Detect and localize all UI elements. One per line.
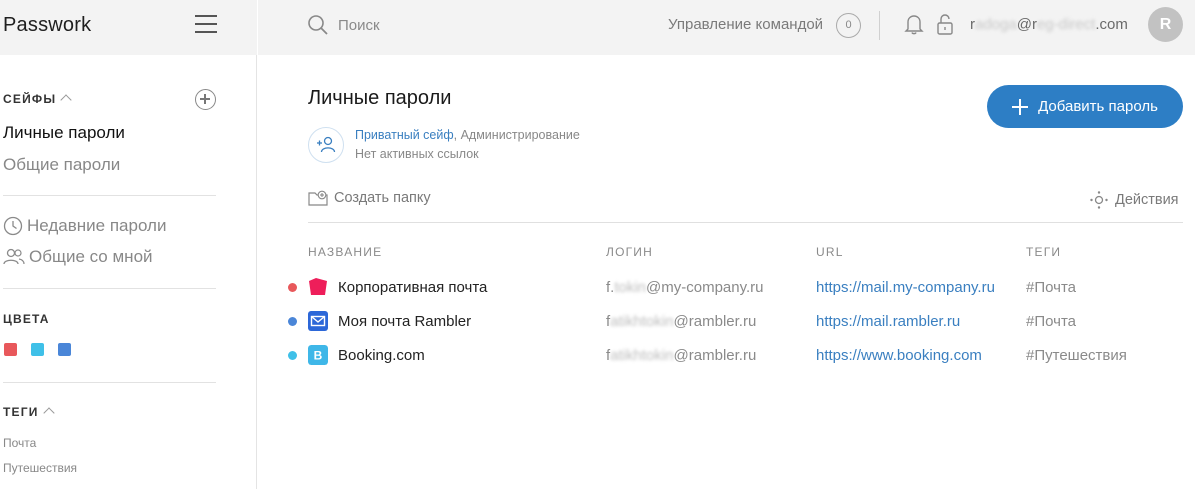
add-password-button[interactable]: Добавить пароль bbox=[987, 85, 1183, 128]
divider bbox=[3, 288, 216, 289]
vault-type-link[interactable]: Приватный сейф bbox=[355, 128, 454, 142]
sidebar-item-recent-label: Недавние пароли bbox=[27, 216, 167, 235]
tags-title-label: ТЕГИ bbox=[3, 405, 39, 419]
color-filter-red[interactable] bbox=[4, 343, 17, 356]
vault-role: , Администрирование bbox=[453, 128, 580, 142]
menu-icon[interactable] bbox=[195, 15, 217, 35]
entry-login[interactable]: fatikhtokin@rambler.ru bbox=[606, 313, 756, 330]
entry-name[interactable]: Моя почта Rambler bbox=[338, 313, 471, 330]
tags-section-title[interactable]: ТЕГИ bbox=[3, 405, 55, 419]
color-filter-blue[interactable] bbox=[58, 343, 71, 356]
add-user-icon bbox=[317, 136, 336, 153]
divider bbox=[3, 195, 216, 196]
team-management-link[interactable]: Управление командой bbox=[668, 16, 823, 33]
entry-url-link[interactable]: https://mail.rambler.ru bbox=[816, 313, 1012, 330]
divider bbox=[308, 222, 1183, 223]
booking-icon-letter: B bbox=[314, 349, 323, 363]
entry-tag[interactable]: #Почта bbox=[1026, 279, 1076, 296]
actions-button[interactable]: Действия bbox=[1089, 190, 1179, 210]
color-filter-cyan[interactable] bbox=[31, 343, 44, 356]
vault-info: Приватный сейф, Администрирование bbox=[355, 128, 580, 142]
avatar[interactable]: R bbox=[1148, 7, 1183, 42]
chevron-up-icon[interactable] bbox=[42, 407, 55, 419]
login-part: @rambler.ru bbox=[673, 313, 757, 330]
users-icon bbox=[3, 248, 25, 265]
clock-icon bbox=[3, 216, 23, 236]
user-email[interactable]: radoga@reg-direct.com bbox=[970, 16, 1128, 33]
folder-add-icon bbox=[308, 190, 328, 206]
email-part: .com bbox=[1095, 16, 1128, 33]
entry-login[interactable]: f.tokin@my-company.ru bbox=[606, 279, 764, 296]
login-redacted: tokin bbox=[614, 279, 647, 296]
table-row[interactable]: B Booking.com fatikhtokin@rambler.ru htt… bbox=[280, 341, 1190, 371]
entry-url-link[interactable]: https://www.booking.com bbox=[816, 347, 1012, 364]
email-redacted: eg-direct bbox=[1036, 16, 1096, 33]
entry-tag[interactable]: #Путешествия bbox=[1026, 347, 1127, 364]
red-folder-icon bbox=[309, 278, 327, 295]
sidebar-item-shared-with-me[interactable]: Общие со мной bbox=[3, 247, 153, 267]
login-redacted: atikhtokin bbox=[610, 313, 674, 330]
divider bbox=[879, 11, 880, 40]
actions-label: Действия bbox=[1115, 192, 1179, 208]
create-folder-label: Создать папку bbox=[334, 190, 431, 206]
vaults-title-label: СЕЙФЫ bbox=[3, 92, 57, 106]
column-header-tags[interactable]: ТЕГИ bbox=[1026, 245, 1061, 259]
share-vault-button[interactable] bbox=[308, 127, 344, 163]
column-header-login[interactable]: ЛОГИН bbox=[606, 245, 653, 259]
search-input[interactable] bbox=[338, 14, 598, 36]
colors-section-title: ЦВЕТА bbox=[3, 312, 50, 326]
table-row[interactable]: Корпоративная почта f.tokin@my-company.r… bbox=[280, 273, 1190, 303]
create-folder-button[interactable]: Создать папку bbox=[308, 190, 431, 206]
app-logo[interactable]: Passwork bbox=[3, 14, 91, 37]
sidebar-header: Passwork bbox=[0, 0, 257, 55]
login-part: @rambler.ru bbox=[673, 347, 757, 364]
vault-links-status: Нет активных ссылок bbox=[355, 147, 479, 161]
booking-b-icon: B bbox=[308, 345, 328, 365]
sidebar-item-personal-passwords[interactable]: Личные пароли bbox=[3, 123, 125, 143]
add-password-label: Добавить пароль bbox=[1038, 98, 1158, 115]
entry-tag[interactable]: #Почта bbox=[1026, 313, 1076, 330]
chevron-up-icon[interactable] bbox=[60, 94, 72, 106]
plus-icon bbox=[1012, 98, 1029, 115]
entry-login[interactable]: fatikhtokin@rambler.ru bbox=[606, 347, 756, 364]
sidebar-item-shared-passwords[interactable]: Общие пароли bbox=[3, 155, 120, 175]
mail-envelope-icon bbox=[308, 311, 328, 331]
team-count-badge: 0 bbox=[836, 13, 861, 38]
entry-url-link[interactable]: https://mail.my-company.ru bbox=[816, 279, 1012, 296]
vaults-section-title[interactable]: СЕЙФЫ bbox=[3, 92, 72, 106]
column-header-name[interactable]: НАЗВАНИЕ bbox=[308, 245, 382, 259]
sidebar-item-shared-with-me-label: Общие со мной bbox=[29, 247, 153, 266]
sidebar-item-recent[interactable]: Недавние пароли bbox=[3, 216, 166, 236]
sidebar: Passwork СЕЙФЫ Личные пароли Общие парол… bbox=[0, 0, 257, 489]
page-title: Личные пароли bbox=[308, 87, 452, 109]
top-bar: Управление командой 0 radoga@reg-direct.… bbox=[258, 0, 1195, 55]
actions-icon bbox=[1090, 191, 1108, 209]
add-vault-icon[interactable] bbox=[195, 89, 216, 110]
tag-link-mail[interactable]: Почта bbox=[3, 436, 36, 450]
email-redacted: adoga bbox=[975, 16, 1017, 33]
email-part: @r bbox=[1016, 16, 1037, 33]
lock-icon[interactable] bbox=[936, 13, 954, 35]
search-icon[interactable] bbox=[307, 14, 329, 36]
color-dot bbox=[288, 283, 297, 292]
column-header-url[interactable]: URL bbox=[816, 245, 844, 259]
tag-link-travel[interactable]: Путешествия bbox=[3, 461, 77, 475]
login-redacted: atikhtokin bbox=[610, 347, 674, 364]
color-dot bbox=[288, 317, 297, 326]
login-part: @my-company.ru bbox=[646, 279, 764, 296]
entry-name[interactable]: Корпоративная почта bbox=[338, 279, 487, 296]
entry-name[interactable]: Booking.com bbox=[338, 347, 425, 364]
table-row[interactable]: Моя почта Rambler fatikhtokin@rambler.ru… bbox=[280, 307, 1190, 337]
bell-icon[interactable] bbox=[904, 13, 924, 35]
divider bbox=[3, 382, 216, 383]
color-dot bbox=[288, 351, 297, 360]
